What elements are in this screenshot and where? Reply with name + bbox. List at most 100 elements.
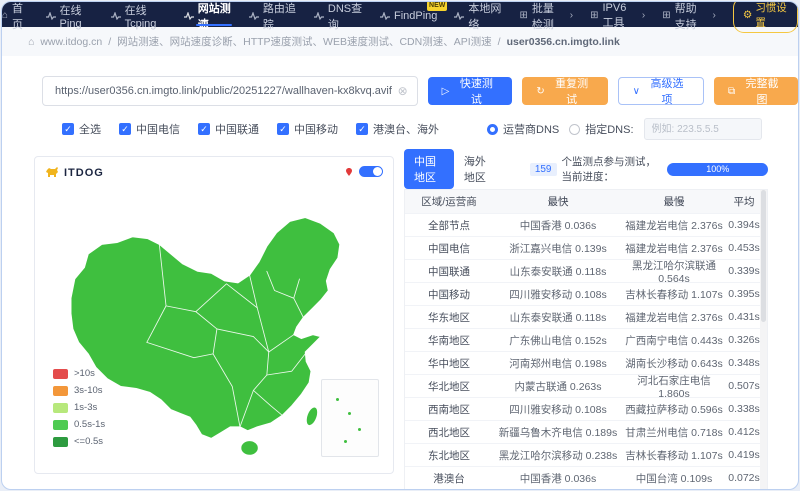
nav-batch-check[interactable]: ⊞ 批量检测 › (519, 2, 574, 31)
breadcrumb-path: 网站测速、网站速度诊断、HTTP速度测试、WEB速度测试、CDN测速、API测速 (117, 36, 492, 48)
table-scrollbar[interactable] (760, 190, 767, 489)
legend-item: 0.5s-1s (53, 419, 105, 430)
radio-isp-dns[interactable]: 运营商DNS (487, 121, 559, 137)
nav-ipv6-tools[interactable]: ⊞ IPV6工具 › (590, 2, 646, 29)
content-panels: ITDOG >10s 3s-10s 1s-3s 0.5s-1s <=0.5s 中… (2, 140, 798, 489)
home-icon: ⌂ (28, 35, 35, 48)
pulse-icon (110, 11, 121, 20)
url-input-wrap: ⊗ (42, 76, 418, 106)
map-legend: >10s 3s-10s 1s-3s 0.5s-1s <=0.5s (53, 368, 105, 447)
table-row[interactable]: 全部节点 中国香港 0.036s 福建龙岩电信 2.376s 0.394s (405, 214, 767, 237)
app-window: ⌂ 首页 在线Ping 在线Tcping 网站测速 路由追踪 DNS查询 NEW F… (1, 1, 799, 490)
radio-unselected-icon (569, 123, 581, 135)
checkbox-china-mobile[interactable]: ✓ 中国移动 (277, 121, 338, 137)
breadcrumb-current: user0356.cn.imgto.link (506, 35, 620, 48)
tab-overseas-region[interactable]: 海外地区 (454, 149, 504, 189)
checkbox-select-all[interactable]: ✓ 全选 (62, 121, 101, 137)
monitor-count-text: 个监测点参与测试，当前进度： (561, 156, 657, 183)
logo-text: ITDOG (64, 166, 104, 179)
legend-swatch-lightgreen (53, 402, 68, 413)
checkbox-checked-icon: ✓ (277, 123, 289, 135)
pulse-icon (379, 11, 390, 20)
nav-help[interactable]: ⊞ 帮助支持 › (662, 2, 716, 31)
legend-swatch-darkgreen (53, 436, 68, 447)
legend-swatch-orange (53, 385, 68, 396)
checkbox-checked-icon: ✓ (62, 123, 74, 135)
legend-swatch-green (53, 419, 68, 430)
pulse-icon (248, 11, 259, 20)
table-row[interactable]: 东北地区 黑龙江哈尔滨移动 0.238s 吉林长春移动 1.107s 0.419s (405, 444, 767, 467)
nav-home[interactable]: ⌂ 首页 (2, 2, 29, 31)
checkbox-checked-icon: ✓ (356, 123, 368, 135)
advanced-options-button[interactable]: ∨ 高级选项 (617, 77, 704, 106)
table-row[interactable]: 港澳台 中国香港 0.036s 中国台湾 0.109s 0.072s (405, 467, 767, 489)
chevron-right-icon: › (641, 10, 646, 21)
checkbox-china-telecom[interactable]: ✓ 中国电信 (119, 121, 180, 137)
url-input[interactable] (43, 85, 398, 97)
map-pin-icon (346, 167, 352, 176)
radio-custom-dns[interactable]: 指定DNS: (569, 121, 634, 137)
full-screenshot-button[interactable]: ⧉ 完整截图 (713, 77, 798, 106)
grid-icon: ⊞ (662, 10, 671, 21)
map-tools (345, 166, 383, 177)
itdog-logo: ITDOG (45, 166, 104, 179)
table-row[interactable]: 华东地区 山东泰安联通 0.118s 福建龙岩电信 2.376s 0.431s (405, 306, 767, 329)
tab-china-region[interactable]: 中国地区 (404, 149, 454, 189)
play-icon: ▷ (441, 85, 450, 97)
map-toggle[interactable] (359, 166, 383, 177)
progress-bar: 100% (667, 162, 768, 176)
checkbox-hk-overseas[interactable]: ✓ 港澳台、海外 (356, 121, 439, 137)
radio-selected-icon (487, 123, 498, 135)
nav-traceroute[interactable]: 路由追踪 (248, 2, 297, 31)
map-panel: ITDOG >10s 3s-10s 1s-3s 0.5s-1s <=0.5s (34, 156, 394, 474)
table-row[interactable]: 中国联通 山东泰安联通 0.118s 黑龙江哈尔滨联通 0.564s 0.339s (405, 260, 767, 285)
pulse-icon (454, 11, 465, 20)
repeat-test-button[interactable]: ↻ 重复测试 (522, 77, 608, 106)
top-nav: ⌂ 首页 在线Ping 在线Tcping 网站测速 路由追踪 DNS查询 NEW F… (2, 2, 798, 33)
test-toolbar: ⊗ ▷快速测试 ↻重复测试 ∨高级选项 ⧉完整截图 (2, 56, 798, 106)
preferences-button[interactable]: ⚙ 习惯设置 (732, 2, 798, 33)
legend-item: >10s (53, 368, 105, 379)
results-table: 区域/运营商 最快 最慢 平均 全部节点 中国香港 0.036s 福建龙岩电信 2.… (404, 189, 768, 489)
table-row[interactable]: 西北地区 新疆乌鲁木齐电信 0.189s 甘肃兰州电信 0.718s 0.412s (405, 421, 767, 444)
dog-icon (46, 167, 58, 177)
quick-test-button[interactable]: ▷ 快速测试 (427, 77, 513, 106)
results-header: 中国地区 海外地区 159 个监测点参与测试，当前进度： 100% (404, 149, 768, 189)
nav-dns-query[interactable]: DNS查询 (313, 2, 363, 31)
legend-item: <=0.5s (53, 436, 105, 447)
chevron-down-icon: ∨ (632, 85, 640, 97)
table-row[interactable]: 西南地区 四川雅安移动 0.108s 西藏拉萨移动 0.596s 0.338s (405, 398, 767, 421)
chevron-right-icon: › (712, 10, 716, 21)
breadcrumb-site[interactable]: www.itdog.cn (40, 36, 102, 48)
nav-tcping[interactable]: 在线Tcping (110, 2, 167, 30)
home-icon: ⌂ (2, 10, 9, 21)
pulse-icon (313, 11, 324, 20)
table-row[interactable]: 华南地区 广东佛山电信 0.152s 广西南宁电信 0.443s 0.326s (405, 329, 767, 352)
south-china-sea-inset (321, 379, 379, 457)
checkbox-china-unicom[interactable]: ✓ 中国联通 (198, 121, 259, 137)
table-row[interactable]: 华北地区 内蒙古联通 0.263s 河北石家庄电信 1.860s 0.507s (405, 375, 767, 400)
checkbox-checked-icon: ✓ (198, 123, 210, 135)
screenshot-icon: ⧉ (727, 85, 736, 97)
legend-item: 1s-3s (53, 402, 105, 413)
dns-radio-group: 运营商DNS 指定DNS: (487, 118, 762, 140)
nav-ping[interactable]: 在线Ping (45, 2, 94, 30)
nav-local-network[interactable]: 本地网络 (454, 2, 502, 31)
custom-dns-input[interactable] (643, 118, 762, 140)
clear-icon[interactable]: ⊗ (398, 84, 417, 98)
filter-row: ✓ 全选 ✓ 中国电信 ✓ 中国联通 ✓ 中国移动 ✓ 港澳台、海外 运营商DNS 指定D… (2, 106, 798, 140)
nav-website-speedtest[interactable]: 网站测速 (183, 2, 232, 31)
monitor-count-badge: 159 (529, 162, 557, 176)
pulse-icon (45, 11, 56, 20)
table-header-row: 区域/运营商 最快 最慢 平均 (405, 190, 767, 214)
nav-findping[interactable]: NEW FindPing (379, 2, 448, 27)
pulse-icon (183, 11, 194, 20)
grid-icon: ⊞ (519, 10, 528, 21)
table-row[interactable]: 中国移动 四川雅安移动 0.108s 吉林长春移动 1.107s 0.395s (405, 283, 767, 306)
results-panel: 中国地区 海外地区 159 个监测点参与测试，当前进度： 100% 区域/运营商… (404, 149, 768, 489)
refresh-icon: ↻ (536, 85, 545, 97)
gear-icon: ⚙ (742, 8, 753, 21)
chevron-right-icon: › (569, 10, 574, 21)
legend-swatch-red (53, 368, 68, 379)
grid-icon: ⊞ (590, 10, 599, 21)
